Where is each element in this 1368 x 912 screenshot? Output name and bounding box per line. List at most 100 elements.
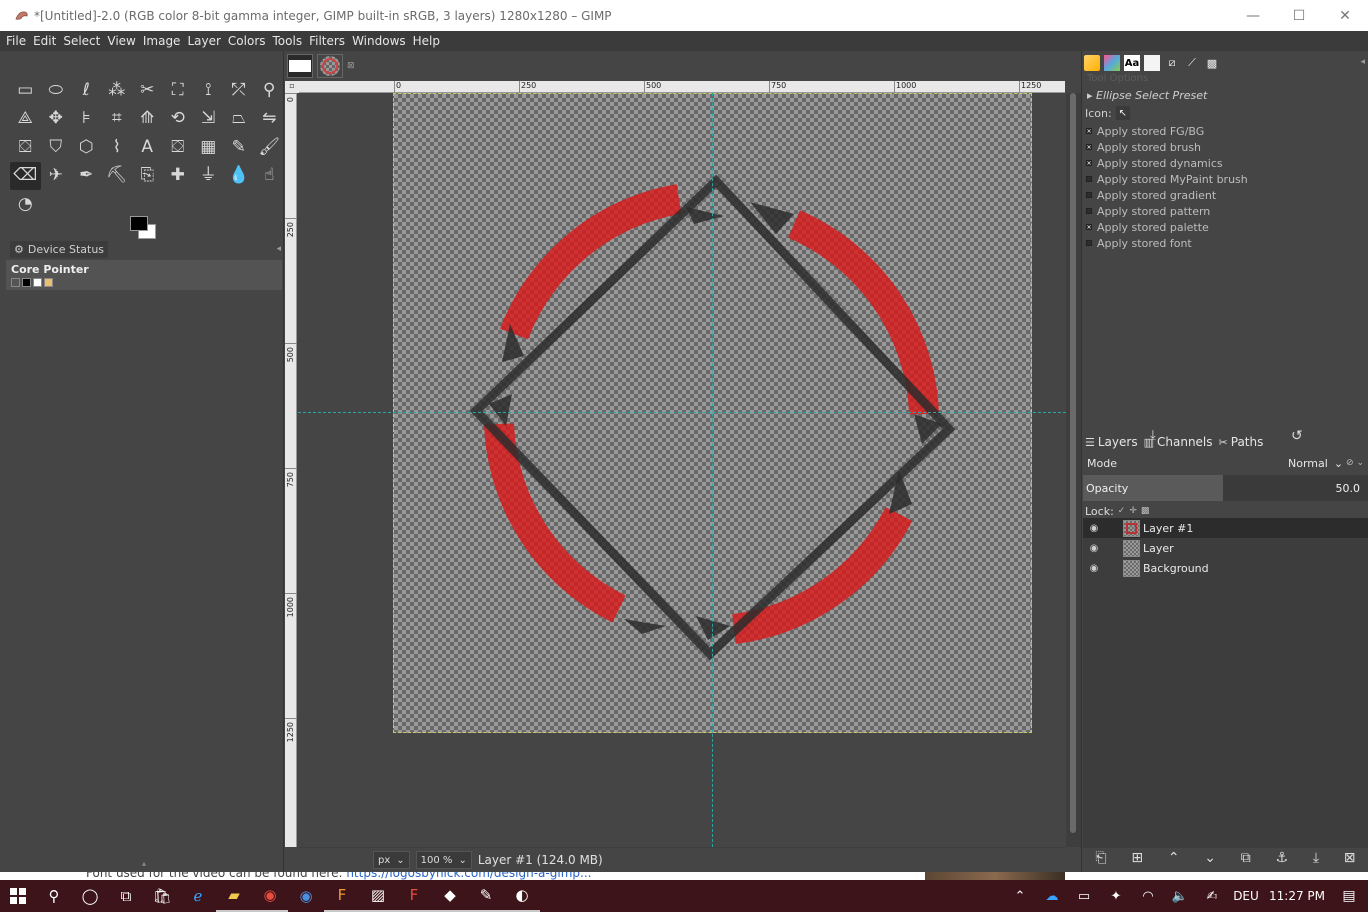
chrome-icon[interactable]: ◉: [252, 880, 288, 912]
ellipse-select-icon[interactable]: ⬭: [41, 76, 72, 105]
menu-filters[interactable]: Filters: [309, 34, 345, 48]
perspective-clone-icon[interactable]: ⏚: [193, 162, 224, 191]
visibility-eye-icon[interactable]: ◉: [1086, 523, 1102, 534]
layer-row[interactable]: ◉ Layer: [1083, 538, 1368, 558]
paintbrush-icon[interactable]: 🖌: [254, 133, 285, 162]
airbrush-icon[interactable]: ✈: [41, 162, 72, 191]
apply-option-checkbox[interactable]: Apply stored pattern: [1083, 203, 1368, 219]
lock-alpha-icon[interactable]: ▩: [1141, 506, 1150, 516]
crop-icon[interactable]: ⌗: [102, 105, 133, 134]
language-indicator[interactable]: DEU: [1228, 889, 1264, 903]
lock-pixels-icon[interactable]: ✓: [1118, 506, 1126, 516]
gimp-taskbar-icon[interactable]: ✎: [468, 880, 504, 912]
text-icon[interactable]: A: [132, 133, 163, 162]
edge-icon[interactable]: ℯ: [180, 880, 216, 912]
unchecked-icon[interactable]: [1086, 240, 1092, 246]
apply-option-checkbox[interactable]: Apply stored gradient: [1083, 187, 1368, 203]
brushes-tab-icon[interactable]: ⟋: [1184, 55, 1200, 71]
blend-icon[interactable]: ▦: [193, 133, 224, 162]
show-hidden-icons-icon[interactable]: ⌃: [1004, 889, 1036, 904]
new-layer-icon[interactable]: ⎗: [1095, 850, 1106, 866]
move-icon[interactable]: ✥: [41, 105, 72, 134]
flip-icon[interactable]: ⇋: [254, 105, 285, 134]
checked-icon[interactable]: ×: [1086, 128, 1092, 135]
photos-icon[interactable]: ▨: [360, 880, 396, 912]
apply-option-checkbox[interactable]: × Apply stored brush: [1083, 139, 1368, 155]
perspective-icon[interactable]: ⛉: [41, 133, 72, 162]
layer-name[interactable]: Background: [1143, 562, 1209, 575]
clone-icon[interactable]: ⎘: [132, 162, 163, 191]
tab-menu-icon[interactable]: ◂: [276, 244, 281, 254]
lock-position-icon[interactable]: ✛: [1129, 506, 1137, 516]
visibility-eye-icon[interactable]: ◉: [1086, 563, 1102, 574]
windows-start-icon[interactable]: [0, 880, 36, 912]
foreground-select-icon[interactable]: ⛶: [163, 76, 194, 105]
apply-option-checkbox[interactable]: × Apply stored dynamics: [1083, 155, 1368, 171]
merge-down-icon[interactable]: ⤓: [1313, 850, 1319, 866]
heal-icon[interactable]: ✚: [163, 162, 194, 191]
raise-layer-icon[interactable]: ⌃: [1168, 850, 1180, 866]
apply-option-checkbox[interactable]: × Apply stored palette: [1083, 219, 1368, 235]
dock-menu-icon[interactable]: ◂: [1360, 57, 1365, 67]
foxit-icon[interactable]: F: [396, 880, 432, 912]
volume-icon[interactable]: 🔈: [1164, 889, 1196, 904]
free-select-icon[interactable]: ℓ: [71, 76, 102, 105]
background-link[interactable]: https://logosbynick.com/design-a-gimp...: [346, 872, 591, 880]
opacity-value[interactable]: 50.0: [1223, 475, 1368, 501]
color-picker-icon[interactable]: ⤱: [224, 76, 255, 105]
font-app-icon[interactable]: F: [324, 880, 360, 912]
store-icon[interactable]: 🛍: [144, 880, 180, 912]
apply-option-checkbox[interactable]: Apply stored MyPaint brush: [1083, 171, 1368, 187]
pencil-icon[interactable]: ✎: [224, 133, 255, 162]
unit-selector[interactable]: px ⌄: [373, 851, 410, 869]
ink-icon[interactable]: ✒: [71, 162, 102, 191]
minimize-button[interactable]: —: [1230, 0, 1276, 31]
unified-transform-icon[interactable]: ⟰: [132, 105, 163, 134]
palette-tab-icon[interactable]: [1104, 55, 1120, 71]
apply-option-checkbox[interactable]: × Apply stored FG/BG: [1083, 123, 1368, 139]
layer-row[interactable]: ◉ Layer #1: [1083, 518, 1368, 538]
menu-tools[interactable]: Tools: [273, 34, 303, 48]
menu-select[interactable]: Select: [63, 34, 100, 48]
tab-layers[interactable]: ☰ Layers: [1085, 435, 1138, 449]
delete-layer-icon[interactable]: ⊠: [1344, 850, 1356, 866]
vertical-ruler[interactable]: 0 250 500 750 1000 1250: [285, 93, 297, 847]
notification-center-icon[interactable]: ▤: [1330, 888, 1368, 904]
tab-channels[interactable]: ▥ Channels: [1144, 435, 1213, 449]
images-tab-icon[interactable]: ⧄: [1164, 55, 1180, 71]
image-tab-untitled-2[interactable]: [317, 54, 343, 78]
checked-icon[interactable]: ×: [1086, 160, 1092, 167]
menu-windows[interactable]: Windows: [352, 34, 406, 48]
unchecked-icon[interactable]: [1086, 208, 1092, 214]
foreground-color-swatch[interactable]: [130, 216, 148, 231]
horizontal-guide[interactable]: [298, 412, 1066, 413]
mode-dropdown[interactable]: Normal ⌄: [1288, 457, 1343, 470]
battery-icon[interactable]: ▭: [1068, 889, 1100, 904]
menu-view[interactable]: View: [107, 34, 135, 48]
mode-options-icon[interactable]: ⊘ ⌄: [1346, 458, 1364, 468]
menu-colors[interactable]: Colors: [228, 34, 266, 48]
chrome-alt-icon[interactable]: ◉: [288, 880, 324, 912]
resize-handle-icon[interactable]: ▴: [142, 859, 146, 868]
search-icon[interactable]: ⚲: [36, 880, 72, 912]
smudge-icon[interactable]: ☝: [254, 162, 285, 191]
dodge-burn-icon[interactable]: ◔: [10, 190, 41, 219]
image-tab-untitled-1[interactable]: [287, 54, 313, 78]
measure-icon[interactable]: ⟁: [10, 105, 41, 134]
maximize-button[interactable]: ☐: [1276, 0, 1322, 31]
checked-icon[interactable]: ×: [1086, 144, 1092, 151]
layer-name[interactable]: Layer #1: [1143, 522, 1193, 535]
unchecked-icon[interactable]: [1086, 176, 1092, 182]
unchecked-icon[interactable]: [1086, 192, 1092, 198]
handle-transform-icon[interactable]: ⛋: [10, 133, 41, 162]
scissors-select-icon[interactable]: ✂: [132, 76, 163, 105]
rotate-icon[interactable]: ⟲: [163, 105, 194, 134]
visibility-eye-icon[interactable]: ◉: [1086, 543, 1102, 554]
magnify-icon[interactable]: ⚲: [254, 76, 285, 105]
horizontal-ruler[interactable]: 0 250 500 750 1000 1250: [299, 81, 1065, 93]
rect-select-icon[interactable]: ▭: [10, 76, 41, 105]
fuzzy-select-icon[interactable]: ⁂: [102, 76, 133, 105]
scale-icon[interactable]: ⇲: [193, 105, 224, 134]
menu-file[interactable]: File: [6, 34, 26, 48]
layer-name[interactable]: Layer: [1143, 542, 1174, 555]
